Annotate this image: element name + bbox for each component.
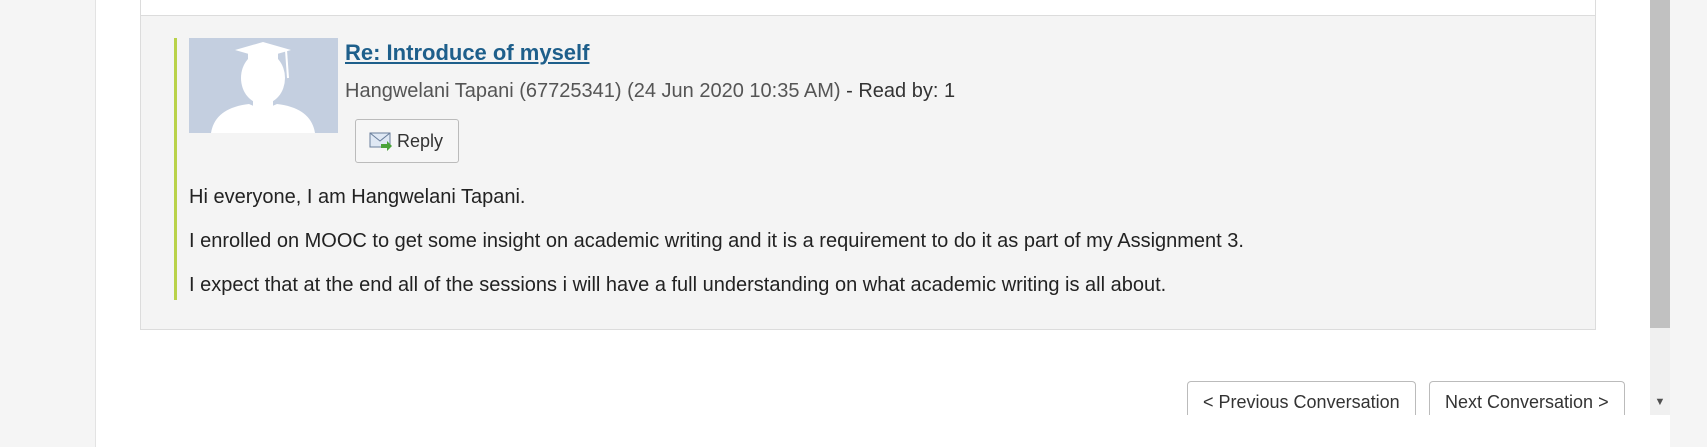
triangle-down-icon[interactable]: ▼ [1650, 388, 1670, 415]
post-title-link[interactable]: Re: Introduce of myself [345, 40, 589, 66]
post-meta: Hangwelani Tapani (67725341) (24 Jun 202… [345, 80, 955, 103]
post-date: (24 Jun 2020 10:35 AM) [627, 80, 841, 102]
reply-button[interactable]: Reply [355, 119, 459, 163]
post-paragraph: Hi everyone, I am Hangwelani Tapani. [189, 186, 526, 208]
envelope-reply-icon [369, 132, 392, 151]
next-conversation-button[interactable]: Next Conversation > [1429, 381, 1625, 416]
avatar [189, 38, 338, 133]
graduate-silhouette-icon [211, 42, 315, 133]
bottom-edge [96, 415, 1670, 447]
post-paragraph: I enrolled on MOOC to get some insight o… [189, 230, 1244, 252]
scrollbar-thumb[interactable] [1650, 0, 1670, 328]
author-name: Hangwelani Tapani (67725341) [345, 80, 622, 102]
scrollbar[interactable]: ▼ [1650, 0, 1670, 415]
previous-post-panel [140, 0, 1596, 16]
page-content: Re: Introduce of myself Hangwelani Tapan… [95, 0, 1670, 447]
previous-conversation-button[interactable]: < Previous Conversation [1187, 381, 1416, 416]
forum-post: Re: Introduce of myself Hangwelani Tapan… [140, 16, 1596, 330]
post-message: Hi everyone, I am Hangwelani Tapani. I e… [189, 186, 1549, 318]
read-by-count: - Read by: 1 [846, 80, 956, 102]
post-paragraph: I expect that at the end all of the sess… [189, 274, 1167, 296]
post-body-container: Re: Introduce of myself Hangwelani Tapan… [174, 38, 1557, 300]
reply-button-label: Reply [397, 130, 444, 151]
